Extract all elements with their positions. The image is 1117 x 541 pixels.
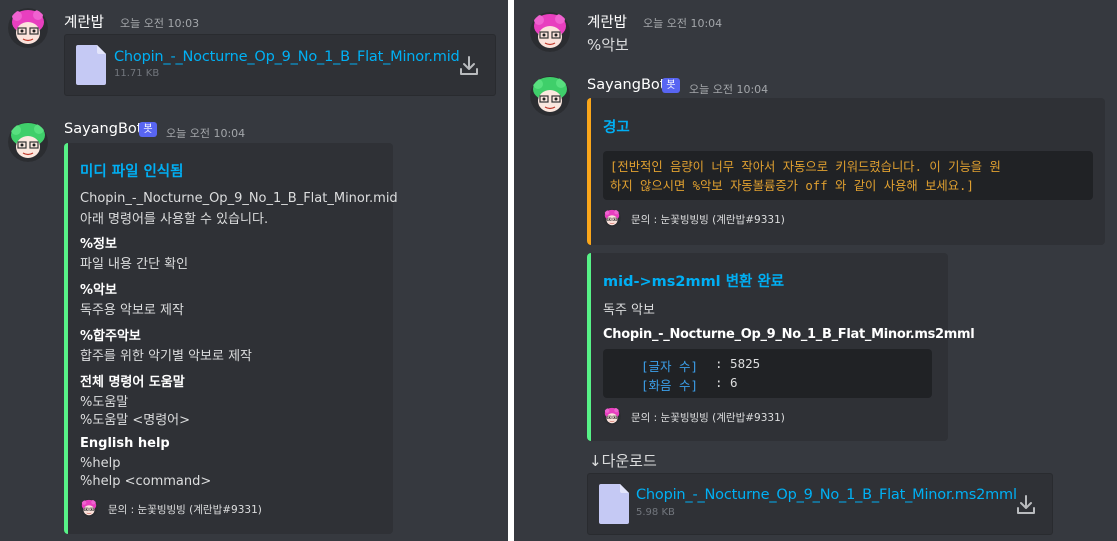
username[interactable]: 계란밥 (64, 11, 104, 32)
file-size: 11.71 KB (114, 68, 160, 79)
footer-avatar-icon (603, 209, 621, 227)
code-line: [전반적인 음량이 너무 작아서 자동으로 키워드렸습니다. 이 기능을 원 (610, 160, 1001, 174)
timestamp: 오늘 오전 10:04 (166, 127, 246, 140)
field-value: %help <command> (80, 474, 212, 489)
field-name: Chopin_-_Nocturne_Op_9_No_1_B_Flat_Minor… (603, 327, 975, 342)
bot-avatar-icon[interactable] (530, 76, 570, 116)
download-icon[interactable] (1016, 494, 1036, 516)
field-value: 독주용 악보로 제작 (80, 303, 184, 318)
bot-username[interactable]: SayangBot (587, 77, 665, 93)
embed-result: mid->ms2mml 변환 완료 독주 악보 Chopin_-_Nocturn… (587, 253, 975, 441)
user-avatar-icon[interactable] (530, 12, 570, 52)
chat-panel-right: 계란밥 오늘 오전 10:04 %악보 SayangBot 봇 오늘 오전 10… (514, 0, 1117, 541)
user-avatar-icon[interactable] (8, 8, 48, 48)
username[interactable]: 계란밥 (587, 11, 627, 32)
code-label: [화음 수] (641, 378, 699, 393)
file-name-link[interactable]: Chopin_-_Nocturne_Op_9_No_1_B_Flat_Minor… (636, 487, 1017, 503)
embed-description-line: Chopin_-_Nocturne_Op_9_No_1_B_Flat_Minor… (80, 191, 398, 206)
code-line: 하지 않으시면 %악보 자동볼륨증가 off 와 같이 사용해 보세요.] (610, 179, 974, 193)
field-name: %합주악보 (80, 329, 141, 344)
file-icon (76, 45, 106, 85)
bot-username[interactable]: SayangBot (64, 121, 142, 137)
file-size: 5.98 KB (636, 507, 675, 518)
embed-color-bar (64, 143, 68, 534)
field-value: 파일 내용 간단 확인 (80, 257, 189, 272)
field-name: 전체 명령어 도움말 (80, 375, 185, 390)
chat-panel-left: 계란밥 오늘 오전 10:03 Chopin_-_Nocturne_Op_9_N… (0, 0, 508, 541)
bot-avatar-icon[interactable] (8, 122, 48, 162)
field-value: %도움말 (80, 395, 129, 410)
embed-title: mid->ms2mml 변환 완료 (603, 274, 785, 290)
field-name: English help (80, 436, 170, 451)
field-name: %정보 (80, 237, 117, 252)
message-text: %악보 (587, 36, 629, 54)
download-icon[interactable] (459, 55, 479, 77)
download-label: ↓다운로드 (589, 452, 657, 470)
code-block: [글자 수] : 5825 [화음 수] : 6 (603, 349, 932, 398)
embed-help: 미디 파일 인식됨 Chopin_-_Nocturne_Op_9_No_1_B_… (64, 143, 398, 534)
file-attachment: Chopin_-_Nocturne_Op_9_No_1_B_Flat_Minor… (64, 34, 496, 96)
code-value: : 5825 (715, 356, 761, 371)
footer-avatar-icon (603, 407, 621, 425)
field-value: %help (80, 456, 121, 471)
footer-avatar-icon (80, 499, 98, 517)
embed-footer: 문의 : 눈꽃빙빙빙 (계란밥#9331) (108, 504, 262, 516)
embed-title: 경고 (603, 120, 630, 136)
embed-description-line: 아래 명령어를 사용할 수 있습니다. (80, 212, 269, 227)
timestamp: 오늘 오전 10:04 (689, 83, 769, 96)
code-label: [글자 수] (641, 359, 699, 374)
bot-badge: 봇 (662, 78, 680, 93)
code-value: : 6 (715, 375, 738, 390)
embed-color-bar (587, 253, 591, 441)
timestamp: 오늘 오전 10:04 (643, 17, 723, 30)
file-icon (599, 484, 629, 524)
embed-warning: 경고 [전반적인 음량이 너무 작아서 자동으로 키워드렸습니다. 이 기능을 … (587, 98, 1105, 245)
embed-footer: 문의 : 눈꽃빙빙빙 (계란밥#9331) (631, 214, 785, 226)
embed-footer: 문의 : 눈꽃빙빙빙 (계란밥#9331) (631, 412, 785, 424)
field-value: %도움말 <명령어> (80, 413, 191, 428)
embed-title: 미디 파일 인식됨 (80, 164, 184, 180)
timestamp: 오늘 오전 10:03 (120, 17, 200, 30)
field-name: %악보 (80, 283, 117, 298)
field-value: 합주를 위한 악기별 악보로 제작 (80, 349, 253, 364)
embed-color-bar (587, 98, 591, 245)
code-block: [전반적인 음량이 너무 작아서 자동으로 키워드렸습니다. 이 기능을 원 하… (603, 151, 1093, 200)
file-name-link[interactable]: Chopin_-_Nocturne_Op_9_No_1_B_Flat_Minor… (114, 49, 460, 65)
embed-description: 독주 악보 (603, 303, 655, 318)
file-attachment: Chopin_-_Nocturne_Op_9_No_1_B_Flat_Minor… (587, 473, 1053, 535)
bot-badge: 봇 (139, 122, 157, 137)
